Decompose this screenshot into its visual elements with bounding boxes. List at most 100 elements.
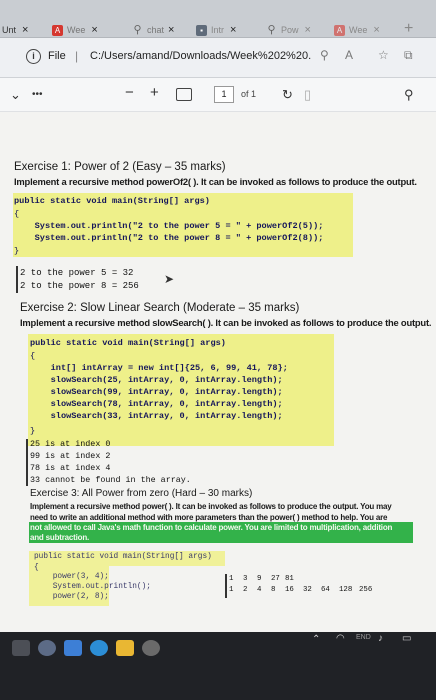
code-line: { bbox=[34, 564, 39, 572]
exercise3-title: Exercise 3: All Power from zero (Hard – … bbox=[30, 488, 253, 499]
exercise1-title: Exercise 1: Power of 2 (Easy – 35 marks) bbox=[14, 161, 226, 173]
pdf-icon: A bbox=[334, 24, 345, 36]
output-line: 2 to the power 5 = 32 bbox=[20, 268, 134, 278]
address-scheme-label: File bbox=[48, 50, 66, 62]
collections-icon[interactable]: ⧉ bbox=[404, 48, 413, 63]
code-line: slowSearch(33, intArray, 0, intArray.len… bbox=[30, 411, 283, 421]
power-output-value: 3 bbox=[243, 575, 248, 583]
tab-week-pdf[interactable]: A Wee × bbox=[52, 22, 124, 38]
tab-label: Wee bbox=[67, 25, 86, 35]
task-view-icon[interactable] bbox=[64, 640, 82, 656]
address-bar: i File | C:/Users/amand/Downloads/Week%2… bbox=[0, 38, 436, 78]
exercise2-desc: Implement a recursive method slowSearch(… bbox=[20, 317, 432, 328]
page-count: of 1 bbox=[241, 89, 257, 99]
close-icon[interactable]: × bbox=[373, 24, 379, 36]
tab-label: Intr bbox=[211, 25, 225, 35]
zoom-in-button[interactable]: + bbox=[150, 84, 159, 101]
exercise3-desc-line: need to write an additional method with … bbox=[30, 513, 388, 522]
tab-label: Unt bbox=[2, 25, 17, 35]
code-line: power(2, 8); bbox=[34, 593, 109, 601]
end-key-label: END bbox=[356, 634, 371, 641]
battery-icon[interactable]: ▭ bbox=[402, 633, 411, 644]
page-icon: ▪ bbox=[196, 24, 207, 36]
code-line: { bbox=[30, 351, 36, 361]
code-line: public static void main(String[] args) bbox=[30, 338, 226, 348]
output-line: 33 cannot be found in the array. bbox=[30, 475, 191, 485]
code-line: public static void main(String[] args) bbox=[34, 553, 212, 561]
power-output-value: 16 bbox=[285, 586, 294, 594]
power-output-value: 8 bbox=[271, 586, 276, 594]
search-icon[interactable]: ⚲ bbox=[404, 87, 414, 103]
file-explorer-icon[interactable] bbox=[116, 640, 134, 656]
power-output-value: 2 bbox=[243, 586, 248, 594]
power-output-value: 1 bbox=[229, 586, 234, 594]
search-icon[interactable] bbox=[38, 640, 56, 656]
power-output-value: 32 bbox=[303, 586, 312, 594]
exercise1-desc: Implement a recursive method powerOf2( )… bbox=[14, 176, 417, 187]
zoom-icon[interactable]: ⚲ bbox=[320, 48, 329, 62]
tab-chat[interactable]: ⚲ chat × bbox=[132, 22, 188, 38]
rotate-icon[interactable]: ↻ bbox=[282, 87, 293, 103]
search-icon: ⚲ bbox=[267, 23, 276, 36]
volume-icon[interactable]: ♪ bbox=[378, 633, 383, 644]
favorites-icon[interactable]: ☆ bbox=[378, 48, 389, 62]
code-line: System.out.println(); bbox=[34, 583, 151, 591]
code-line: } bbox=[30, 426, 36, 436]
zoom-out-button[interactable]: − bbox=[125, 84, 134, 101]
power-output-value: 4 bbox=[257, 586, 262, 594]
fit-page-icon[interactable] bbox=[176, 88, 192, 101]
start-icon[interactable] bbox=[12, 640, 30, 656]
code-line: System.out.println("2 to the power 8 = "… bbox=[14, 233, 324, 243]
tab-label: chat bbox=[147, 25, 165, 35]
output-margin-bar bbox=[26, 439, 28, 486]
page-number-input[interactable]: 1 bbox=[214, 86, 234, 103]
power-output-value: 256 bbox=[359, 586, 373, 594]
output-line: 78 is at index 4 bbox=[30, 463, 111, 473]
page-view-icon[interactable]: ▯ bbox=[304, 87, 311, 103]
power-output-value: 81 bbox=[285, 575, 294, 583]
code-line: System.out.println("2 to the power 5 = "… bbox=[14, 221, 324, 231]
tab-intro[interactable]: ▪ Intr × bbox=[196, 22, 258, 38]
pdf-page: Exercise 1: Power of 2 (Easy – 35 marks)… bbox=[0, 112, 436, 632]
tab-untitled[interactable]: Unt × bbox=[2, 22, 44, 38]
close-icon[interactable]: × bbox=[305, 24, 311, 36]
more-menu-button[interactable]: ••• bbox=[32, 89, 43, 100]
close-icon[interactable]: × bbox=[168, 24, 174, 36]
edge-browser-icon[interactable] bbox=[90, 640, 108, 656]
code-line: slowSearch(78, intArray, 0, intArray.len… bbox=[30, 399, 283, 409]
tab-week[interactable]: A Wee × bbox=[334, 22, 398, 38]
mouse-cursor-icon: ➤ bbox=[164, 272, 175, 286]
exercise3-desc-line: not allowed to call Java's math function… bbox=[30, 523, 393, 532]
output-margin-bar bbox=[16, 266, 18, 293]
power-output-value: 64 bbox=[321, 586, 330, 594]
code-line: { bbox=[14, 209, 20, 219]
output-margin-bar bbox=[225, 574, 227, 598]
power-output-value: 9 bbox=[257, 575, 262, 583]
tab-power[interactable]: ⚲ Pow × bbox=[266, 22, 326, 38]
pdf-icon: A bbox=[52, 24, 63, 36]
tab-strip: Unt × A Wee × ⚲ chat × ▪ Intr × ⚲ Pow × … bbox=[0, 0, 436, 38]
address-input[interactable]: C:/Users/amand/Downloads/Week%202%20... bbox=[90, 50, 312, 62]
pdf-toolbar: ⌄ ••• − + 1 of 1 ↻ ▯ ⚲ bbox=[0, 78, 436, 112]
code-line: public static void main(String[] args) bbox=[14, 196, 210, 206]
info-icon[interactable]: i bbox=[26, 49, 41, 64]
chevron-down-icon[interactable]: ⌄ bbox=[10, 87, 21, 103]
code-line: power(3, 4); bbox=[34, 573, 109, 581]
chevron-up-icon[interactable]: ⌃ bbox=[312, 634, 320, 645]
app-icon[interactable] bbox=[142, 640, 160, 656]
code-line: } bbox=[14, 246, 20, 256]
output-line: 25 is at index 0 bbox=[30, 439, 111, 449]
tab-label: Wee bbox=[349, 25, 368, 35]
close-icon[interactable]: × bbox=[230, 24, 236, 36]
close-icon[interactable]: × bbox=[22, 24, 28, 36]
close-icon[interactable]: × bbox=[91, 24, 97, 36]
address-separator: | bbox=[75, 49, 79, 63]
exercise3-desc-line: Implement a recursive method power( ). I… bbox=[30, 502, 392, 511]
wifi-icon[interactable]: ◠ bbox=[336, 633, 345, 644]
power-output-value: 27 bbox=[271, 575, 280, 583]
power-output-value: 1 bbox=[229, 575, 234, 583]
new-tab-button[interactable]: + bbox=[404, 20, 413, 38]
tab-label: Pow bbox=[281, 25, 299, 35]
read-aloud-icon[interactable]: A bbox=[345, 48, 353, 62]
code-line: slowSearch(25, intArray, 0, intArray.len… bbox=[30, 375, 283, 385]
